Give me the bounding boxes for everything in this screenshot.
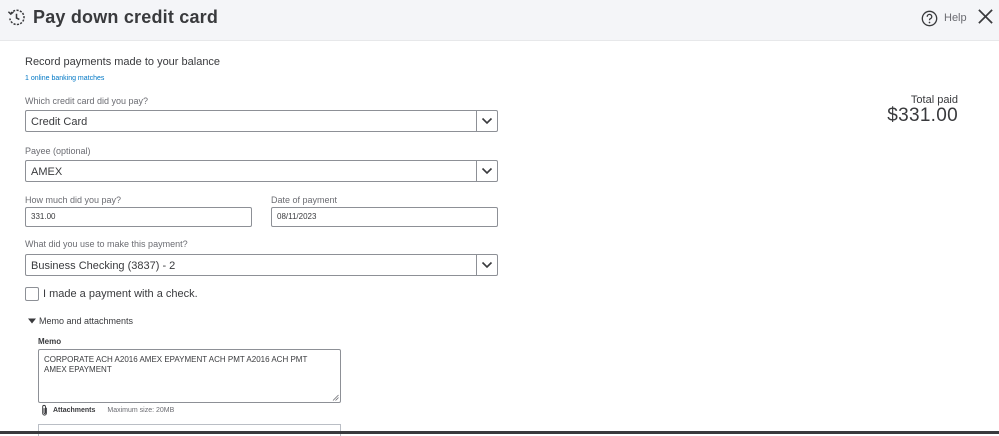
intro-text: Record payments made to your balance [25, 56, 221, 68]
select-divider [476, 161, 477, 181]
memo-attachments-toggle[interactable]: Memo and attachments [28, 316, 133, 326]
total-paid-amount: $331.00 [887, 105, 958, 126]
select-divider [476, 111, 477, 131]
payee-value: AMEX [31, 166, 63, 178]
help-label: Help [944, 12, 967, 24]
payment-account-select[interactable]: Business Checking (3837) - 2 [25, 254, 498, 276]
chevron-down-icon[interactable] [481, 260, 493, 270]
check-payment-checkbox[interactable] [25, 287, 39, 301]
help-button[interactable]: Help [921, 8, 967, 28]
attachments-row: Attachments Maximum size: 20MB [40, 404, 174, 417]
payee-select[interactable]: AMEX [25, 160, 498, 182]
credit-card-select[interactable]: Credit Card [25, 110, 498, 132]
chevron-down-icon[interactable] [481, 166, 493, 176]
memo-attachments-label: Memo and attachments [39, 316, 134, 326]
resize-grip-icon[interactable] [332, 394, 339, 401]
payment-account-value: Business Checking (3837) - 2 [31, 260, 176, 272]
memo-text: CORPORATE ACH A2016 AMEX EPAYMENT ACH PM… [44, 355, 308, 374]
memo-label: Memo [38, 337, 62, 346]
page-title: Pay down credit card [33, 7, 219, 27]
max-size-text: Maximum size: 20MB [107, 407, 175, 414]
credit-card-label: Which credit card did you pay? [25, 96, 149, 106]
memo-textarea[interactable]: CORPORATE ACH A2016 AMEX EPAYMENT ACH PM… [38, 349, 341, 403]
credit-card-value: Credit Card [31, 116, 88, 128]
amount-input[interactable]: 331.00 [25, 207, 252, 227]
attachments-label: Attachments [53, 407, 96, 414]
online-banking-matches-link[interactable]: 1 online banking matches [25, 75, 104, 82]
amount-value: 331.00 [31, 212, 56, 221]
date-input[interactable]: 08/11/2023 [271, 207, 498, 227]
caret-down-icon [28, 318, 36, 324]
paperclip-icon [42, 404, 47, 416]
dialog-header: Pay down credit card Help [0, 0, 999, 41]
chevron-down-icon[interactable] [481, 116, 493, 126]
date-label: Date of payment [271, 195, 338, 205]
help-icon [921, 10, 938, 26]
close-icon[interactable] [977, 8, 994, 25]
amount-label: How much did you pay? [25, 195, 122, 205]
payment-account-label: What did you use to make this payment? [25, 239, 188, 249]
payee-label: Payee (optional) [25, 146, 91, 156]
date-value: 08/11/2023 [277, 212, 317, 221]
history-icon[interactable] [7, 8, 26, 27]
check-payment-label: I made a payment with a check. [43, 288, 198, 300]
select-divider [476, 255, 477, 275]
attachments-dropzone[interactable] [38, 424, 341, 436]
